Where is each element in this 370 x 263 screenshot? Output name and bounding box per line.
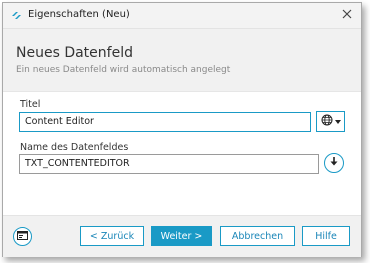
- fieldname-input[interactable]: TXT_CONTENTEDITOR: [19, 154, 319, 174]
- globe-icon: [321, 114, 333, 129]
- cancel-button[interactable]: Abbrechen: [220, 226, 295, 246]
- caret-down-icon: [334, 116, 341, 127]
- info-button[interactable]: [13, 227, 32, 246]
- fieldname-label: Name des Datenfeldes: [20, 142, 129, 153]
- title-label: Titel: [20, 99, 41, 110]
- app-logo-icon: [11, 10, 22, 21]
- language-button[interactable]: [316, 111, 345, 132]
- back-button[interactable]: < Zurück: [80, 226, 144, 246]
- title-bar: Eigenschaften (Neu): [3, 3, 361, 29]
- close-button[interactable]: [336, 5, 358, 25]
- properties-dialog: Eigenschaften (Neu) Neues Datenfeld Ein …: [2, 2, 362, 257]
- wizard-footer: < Zurück Weiter > Abbrechen Hilfe: [3, 215, 361, 257]
- page-title: Neues Datenfeld: [16, 45, 133, 61]
- download-button[interactable]: [324, 153, 344, 173]
- next-button[interactable]: Weiter >: [151, 226, 212, 246]
- close-icon: [342, 9, 352, 22]
- window-title: Eigenschaften (Neu): [28, 9, 130, 20]
- title-input[interactable]: Content Editor: [19, 112, 311, 132]
- wizard-header: Neues Datenfeld Ein neues Datenfeld wird…: [3, 29, 361, 92]
- help-button[interactable]: Hilfe: [302, 226, 350, 246]
- window-info-icon: [17, 230, 28, 243]
- page-subtitle: Ein neues Datenfeld wird automatisch ang…: [16, 65, 231, 75]
- arrow-down-icon: [329, 156, 339, 170]
